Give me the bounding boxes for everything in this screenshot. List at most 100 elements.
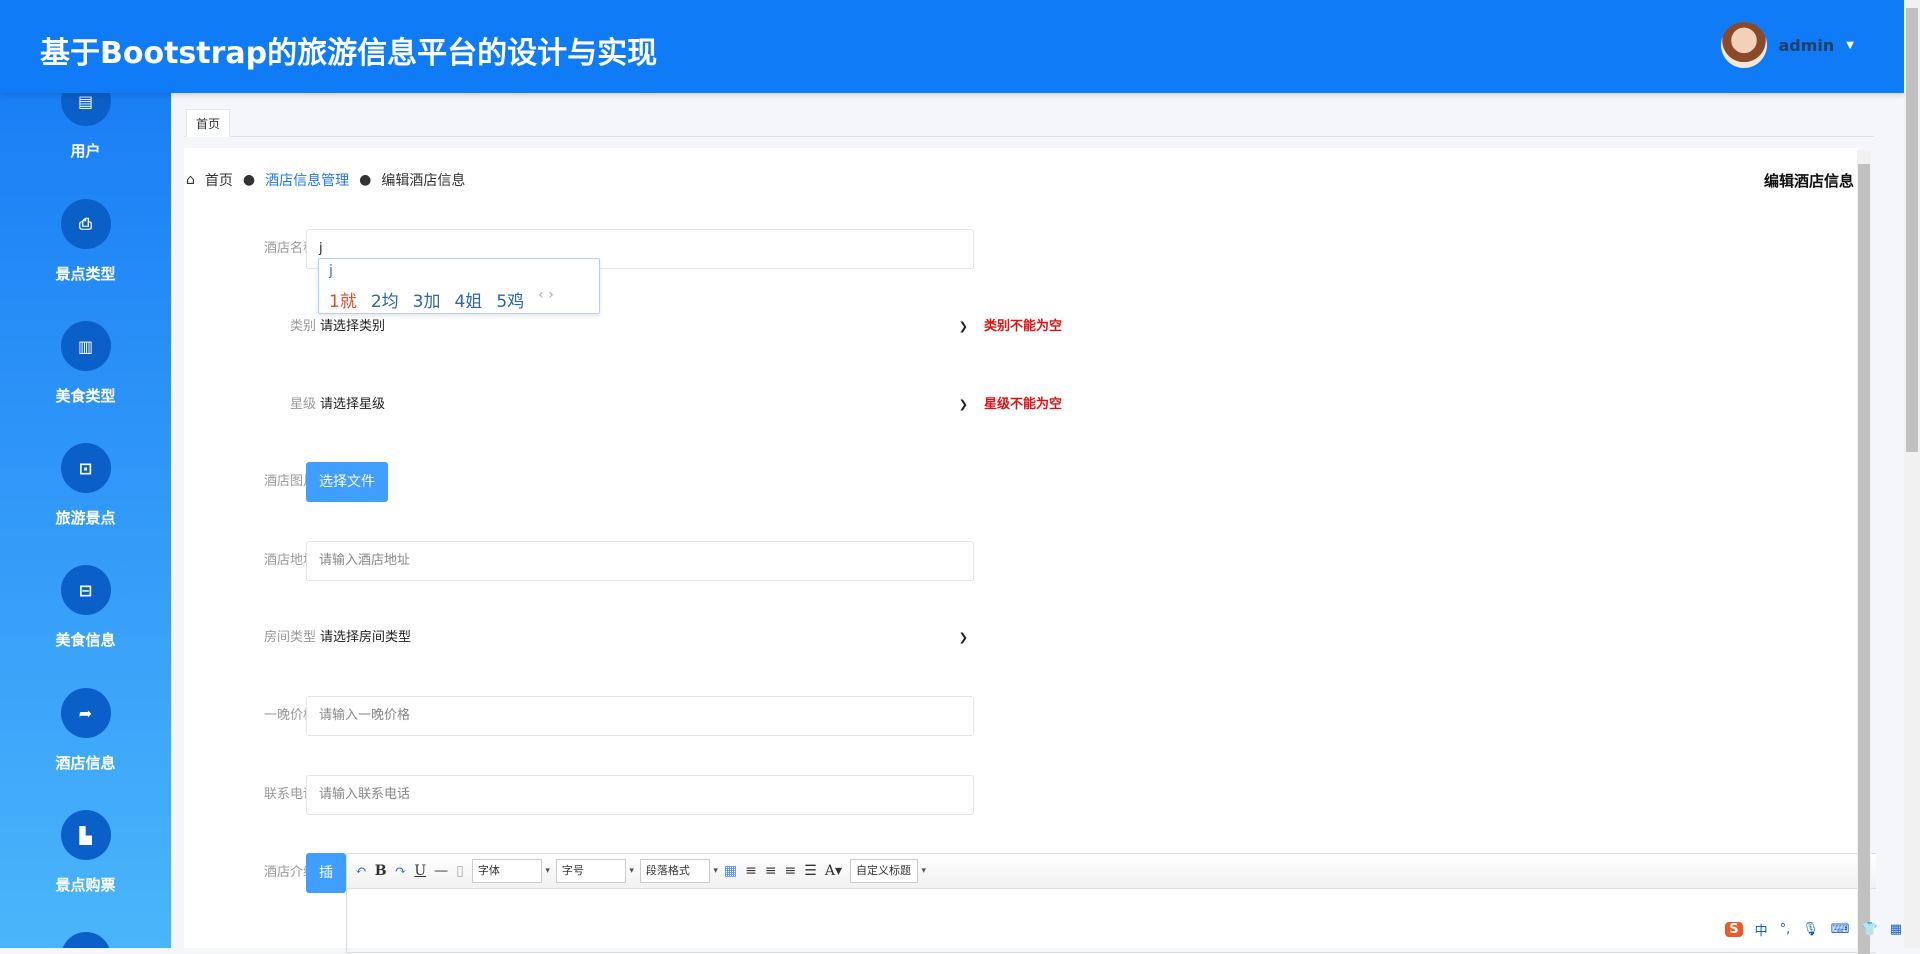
ime-mode-toggle[interactable]: 中 xyxy=(1755,920,1768,939)
sidebar-item-hotel-info[interactable]: ➦ 酒店信息 xyxy=(0,688,171,773)
sidebar-item-label: 美食信息 xyxy=(55,631,116,649)
justify-icon[interactable]: ☰ xyxy=(804,863,817,879)
area-chart-icon: ▙ xyxy=(60,810,111,860)
card-icon: ⊟ xyxy=(60,565,111,615)
home-icon[interactable]: ⌂ xyxy=(186,172,195,188)
sogou-logo-icon[interactable]: S xyxy=(1725,922,1743,937)
ime-candidate[interactable]: 4姐 xyxy=(454,287,482,312)
field-label: 星级 xyxy=(289,397,316,412)
form-row-address: 酒店地址 请输入酒店地址 xyxy=(184,541,1484,581)
rich-text-editor[interactable]: ↶ B ↷ U — ▯ 字体 字号 段落格式 ▦ ≡ ≡ ≡ ☰ A▾ 自定义标… xyxy=(346,853,1876,953)
field-label: 房间类型 xyxy=(263,630,316,645)
breadcrumb-current: 编辑酒店信息 xyxy=(381,173,466,189)
keyboard-icon[interactable]: ⌨ xyxy=(1831,922,1850,937)
ime-candidate[interactable]: 2均 xyxy=(371,287,399,312)
choose-file-button[interactable]: 选择文件 xyxy=(306,462,388,502)
insert-button[interactable]: 插 xyxy=(306,853,346,893)
align-center-icon[interactable]: ≡ xyxy=(785,863,797,879)
sidebar-item-label: 景点类型 xyxy=(55,265,116,283)
form-row-phone: 联系电话 请输入联系电话 xyxy=(184,775,1484,815)
sidebar-item-tickets[interactable]: ▙ 景点购票 xyxy=(0,810,171,895)
star-error: 星级不能为空 xyxy=(984,397,1063,412)
skin-icon[interactable]: 👕 xyxy=(1862,922,1878,937)
ime-candidate[interactable]: 1就 xyxy=(329,287,357,312)
field-label: 酒店图片 xyxy=(263,474,316,489)
app-title: 基于Bootstrap的旅游信息平台的设计与实现 xyxy=(40,36,658,71)
editor-toolbar: ↶ B ↷ U — ▯ 字体 字号 段落格式 ▦ ≡ ≡ ≡ ☰ A▾ 自定义标… xyxy=(347,854,1876,889)
horizontal-rule-icon[interactable]: — xyxy=(434,863,448,879)
scrollbar-thumb[interactable] xyxy=(1906,8,1918,452)
custom-title-dropdown[interactable]: 自定义标题 xyxy=(849,859,926,883)
table-icon[interactable]: ▦ xyxy=(724,863,737,879)
form-row-price: 一晚价格 请输入一晚价格 xyxy=(184,696,1484,736)
breadcrumb-home[interactable]: 首页 xyxy=(205,170,233,190)
form-row-image: 酒店图片 选择文件 xyxy=(184,462,1484,502)
bold-icon[interactable]: B xyxy=(375,863,387,879)
avatar[interactable] xyxy=(1720,22,1767,68)
form-row-room-type: 房间类型 请选择房间类型 ❯ xyxy=(184,618,1484,658)
sidebar-item-more[interactable] xyxy=(0,932,171,948)
username[interactable]: admin xyxy=(1779,36,1835,55)
field-label: 酒店名称 xyxy=(263,241,316,256)
ime-candidate[interactable]: 5鸡 xyxy=(496,287,524,312)
sidebar-item-label: 旅游景点 xyxy=(55,509,116,527)
ime-candidate[interactable]: 3加 xyxy=(413,287,441,312)
sidebar-item-food-types[interactable]: ▥ 美食类型 xyxy=(0,321,171,406)
redo-icon[interactable]: ↷ xyxy=(395,863,407,879)
address-input[interactable]: 请输入酒店地址 xyxy=(306,541,974,581)
undo-icon[interactable]: ↶ xyxy=(355,863,367,879)
tab-bar: 首页 xyxy=(184,108,1874,137)
separator-dot: ● xyxy=(242,172,256,188)
page-title: 编辑酒店信息 xyxy=(1763,172,1854,190)
user-menu[interactable]: admin ▼ xyxy=(1720,22,1854,68)
tab-home[interactable]: 首页 xyxy=(186,109,231,137)
bar-chart-icon: ▥ xyxy=(60,321,111,371)
select-value: 请选择房间类型 xyxy=(320,630,412,645)
price-input[interactable]: 请输入一晚价格 xyxy=(306,696,974,736)
ime-candidates: 1就 2均 3加 4姐 5鸡 ‹ › xyxy=(329,287,554,312)
select-value: 请选择类别 xyxy=(320,319,386,334)
sidebar-item-label: 景点购票 xyxy=(55,876,116,894)
ime-composition: j xyxy=(329,263,333,279)
checkbox-icon: ⊡ xyxy=(60,443,111,493)
sidebar-item-attractions[interactable]: ⊡ 旅游景点 xyxy=(0,443,171,528)
breadcrumb-section[interactable]: 酒店信息管理 xyxy=(265,170,349,190)
chevron-down-icon: ❯ xyxy=(958,320,968,333)
star-select[interactable]: 请选择星级 ❯ xyxy=(306,385,974,425)
punctuation-toggle[interactable]: °, xyxy=(1780,922,1791,937)
sidebar-item-label: 酒店信息 xyxy=(55,754,116,772)
document-icon[interactable]: ▯ xyxy=(456,863,464,879)
sidebar-item-label: 用户 xyxy=(70,142,101,160)
microphone-icon[interactable]: 🎙 xyxy=(1802,922,1819,937)
sidebar-item-food-info[interactable]: ⊟ 美食信息 xyxy=(0,565,171,650)
separator-dot: ● xyxy=(359,172,372,188)
share-icon: ➦ xyxy=(60,688,111,738)
paragraph-dropdown[interactable]: 段落格式 xyxy=(639,859,718,883)
field-label: 类别 xyxy=(289,319,316,334)
field-label: 酒店介绍 xyxy=(263,865,316,880)
content-scrollbar[interactable] xyxy=(1857,150,1871,954)
printer-icon: ⎙ xyxy=(60,199,111,249)
align-left-icon[interactable]: ≡ xyxy=(745,863,757,879)
top-header: 基于Bootstrap的旅游信息平台的设计与实现 admin ▼ xyxy=(0,0,1904,93)
breadcrumb: ⌂ 首页 ● 酒店信息管理 ● 编辑酒店信息 xyxy=(186,170,465,190)
category-error: 类别不能为空 xyxy=(984,319,1063,334)
underline-icon[interactable]: U xyxy=(414,863,426,879)
sidebar-item-attraction-types[interactable]: ⎙ 景点类型 xyxy=(0,199,171,284)
chevron-down-icon: ❯ xyxy=(958,631,968,644)
caret-down-icon[interactable]: ▼ xyxy=(1846,40,1854,51)
field-label: 酒店地址 xyxy=(263,553,316,568)
sidebar-item-label: 美食类型 xyxy=(55,387,116,405)
ime-toolbar: S 中 °, 🎙 ⌨ 👕 ▦ xyxy=(1725,920,1902,939)
field-label: 一晚价格 xyxy=(263,708,316,723)
toolbox-icon[interactable]: ▦ xyxy=(1890,922,1902,937)
font-color-icon[interactable]: A▾ xyxy=(825,863,842,879)
page-scrollbar[interactable] xyxy=(1904,0,1920,948)
font-size-dropdown[interactable]: 字号 xyxy=(555,859,634,883)
phone-input[interactable]: 请输入联系电话 xyxy=(306,775,974,815)
scrollbar-thumb[interactable] xyxy=(1858,164,1870,954)
font-family-dropdown[interactable]: 字体 xyxy=(471,859,550,883)
ime-page-arrows-icon[interactable]: ‹ › xyxy=(538,287,554,312)
align-right-icon[interactable]: ≡ xyxy=(765,863,777,879)
room-type-select[interactable]: 请选择房间类型 ❯ xyxy=(306,618,974,658)
